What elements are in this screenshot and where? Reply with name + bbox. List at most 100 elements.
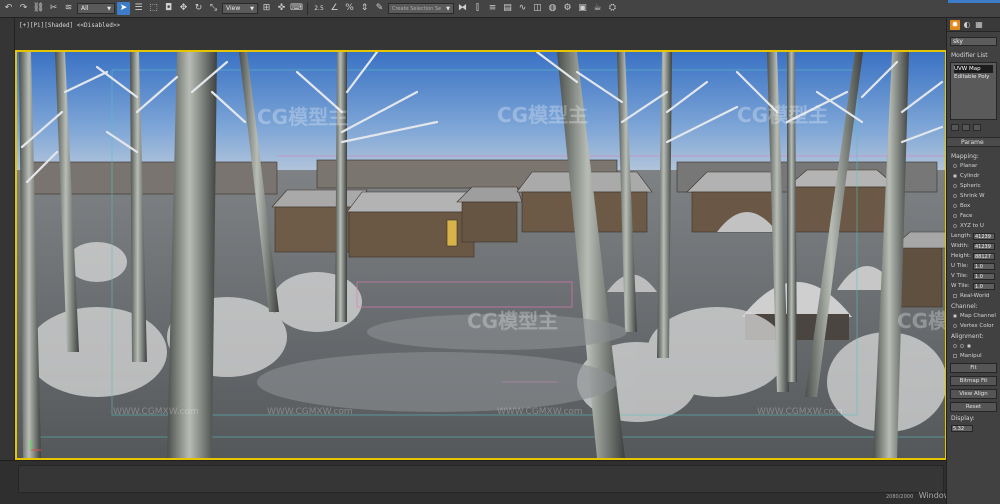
param-label: V Tile: [951,273,968,279]
radio-icon [953,224,957,228]
show-end-result-icon[interactable] [962,124,970,131]
align-icon[interactable]: ⫿ [471,2,484,15]
param-row: Length: 41239 [951,232,1000,240]
perspective-viewport[interactable]: CG模型主 CG模型主 CG模型主 CG模型主 CG模型主 WWW.CGMXW.… [15,50,947,460]
named-selection-dropdown[interactable]: Create Selection Se ▼ [388,3,454,14]
title-accent-bar [948,0,1000,3]
modify-tab-icon[interactable]: ◐ [962,20,972,30]
link-icon[interactable]: ⛓ [32,2,45,15]
chevron-down-icon: ▼ [107,5,111,12]
move-icon[interactable]: ✥ [177,2,190,15]
reference-coord-value: View [226,5,241,12]
param-value-field[interactable]: 88127 [973,252,995,260]
watermark-5: CG模型主 [897,309,945,333]
select-object-icon[interactable]: ➤ [117,2,130,15]
param-value-field[interactable]: 1.0 [973,272,995,280]
mapping-option-label: Face [960,213,973,219]
mirror-icon[interactable]: ⧓ [456,2,469,15]
selection-filter-value: All [81,5,89,12]
selection-filter-dropdown[interactable]: All ▼ [77,3,115,14]
viewport-label[interactable]: [+][Pi][Shaded] <<Disabled>> [19,22,120,29]
time-slider[interactable] [18,465,944,493]
fit-button[interactable]: Fit [950,363,997,373]
modifier-stack[interactable]: UVW Map Editable Poly [950,62,997,120]
snap-toggle[interactable]: 2.5 [312,5,326,12]
curve-editor-icon[interactable]: ∿ [516,2,529,15]
param-label: Width: [951,243,969,249]
remove-modifier-icon[interactable] [973,124,981,131]
mapping-option[interactable]: Planar [953,162,1000,170]
bind-space-warp-icon[interactable]: ≋ [62,2,75,15]
real-world-label: Real-World [960,293,990,299]
watermark-url-1: WWW.CGMXW.com [113,407,199,417]
scene-explorer-icon[interactable]: ▤ [501,2,514,15]
display-label: Display: [951,415,975,422]
modifier-stack-item[interactable]: UVW Map [954,65,993,73]
create-tab-icon[interactable]: ✹ [950,19,960,30]
modifier-list-label[interactable]: Modifier List [951,52,1000,59]
radio-icon [967,344,971,348]
display-value: 5.32 [951,424,973,432]
render-setup-icon[interactable]: ⚙ [561,2,574,15]
spinner-snap-icon[interactable]: ⇕ [358,2,371,15]
render-production-icon[interactable]: ⛭ [606,2,619,15]
mapping-option[interactable]: Box [953,202,1000,210]
rect-selection-icon[interactable]: ⬚ [147,2,160,15]
bitmap-fit-button[interactable]: Bitmap Fit [950,376,997,386]
render-icon[interactable]: ☕ [591,2,604,15]
rendered-frame-icon[interactable]: ▣ [576,2,589,15]
keyboard-shortcut-icon[interactable]: ⌨ [290,2,303,15]
mapping-label: Mapping: [951,153,979,160]
radio-icon [953,314,957,318]
param-value-field[interactable]: 1.0 [973,282,995,290]
frame-counter: 2080/2000 [886,494,914,500]
mapping-option[interactable]: Face [953,212,1000,220]
material-editor-icon[interactable]: ◍ [546,2,559,15]
manipulate-checkbox[interactable]: Manipul [953,352,1000,360]
param-value-field[interactable]: 41239 [973,242,995,250]
layer-manager-icon[interactable]: ≡ [486,2,499,15]
angle-snap-icon[interactable]: ∠ [328,2,341,15]
object-name-field[interactable]: sky [950,37,997,46]
command-panel: ✹ ◐ ▦ sky Modifier List UVW Map Editable… [946,18,1000,504]
select-by-name-icon[interactable]: ☰ [132,2,145,15]
unlink-icon[interactable]: ✂ [47,2,60,15]
select-manipulate-icon[interactable]: ✜ [275,2,288,15]
modifier-stack-item[interactable]: Editable Poly [954,73,993,81]
mapping-option[interactable]: Shrink W [953,192,1000,200]
edit-named-selection-icon[interactable]: ✎ [373,2,386,15]
mapping-option-label: Box [960,203,971,209]
mapping-option[interactable]: Cylindr [953,172,1000,180]
reset-button[interactable]: Reset [950,402,997,412]
display-field[interactable]: 5.32 [951,424,1000,432]
hierarchy-tab-icon[interactable]: ▦ [974,20,984,30]
status-text: 2080/2000 Windows [886,491,954,500]
redo-icon[interactable]: ↷ [17,2,30,15]
mapping-option[interactable]: Spheric [953,182,1000,190]
channel-option-vertex[interactable]: Vertex Color [953,322,1000,330]
mapping-option-label: Spheric [960,183,981,189]
schematic-view-icon[interactable]: ◫ [531,2,544,15]
window-crossing-icon[interactable]: ◘ [162,2,175,15]
mapping-option[interactable]: XYZ to U [953,222,1000,230]
command-panel-tabs: ✹ ◐ ▦ [947,18,1000,32]
view-align-button[interactable]: View Align [950,389,997,399]
pin-stack-icon[interactable] [951,124,959,131]
channel-option-label: Vertex Color [960,323,994,329]
mapping-options: Planar Cylindr Spheric Shrink W Box Face XYZ t… [947,162,1000,230]
scale-icon[interactable]: ⤡ [207,2,220,15]
alignment-axis-radios[interactable] [953,342,1000,350]
param-row: W Tile: 1.0 [951,282,1000,290]
channel-option-map[interactable]: Map Channel [953,312,1000,320]
mapping-option-label: Planar [960,163,978,169]
real-world-checkbox[interactable]: Real-World [953,292,1000,300]
pivot-center-icon[interactable]: ⊞ [260,2,273,15]
percent-snap-icon[interactable]: % [343,2,356,15]
param-value-field[interactable]: 1.0 [973,262,995,270]
channel-label: Channel: [951,303,978,310]
reference-coord-dropdown[interactable]: View ▼ [222,3,258,14]
param-value-field[interactable]: 41239 [973,232,995,240]
undo-icon[interactable]: ↶ [2,2,15,15]
rotate-icon[interactable]: ↻ [192,2,205,15]
parameters-rollout[interactable]: Parame [947,137,1000,147]
